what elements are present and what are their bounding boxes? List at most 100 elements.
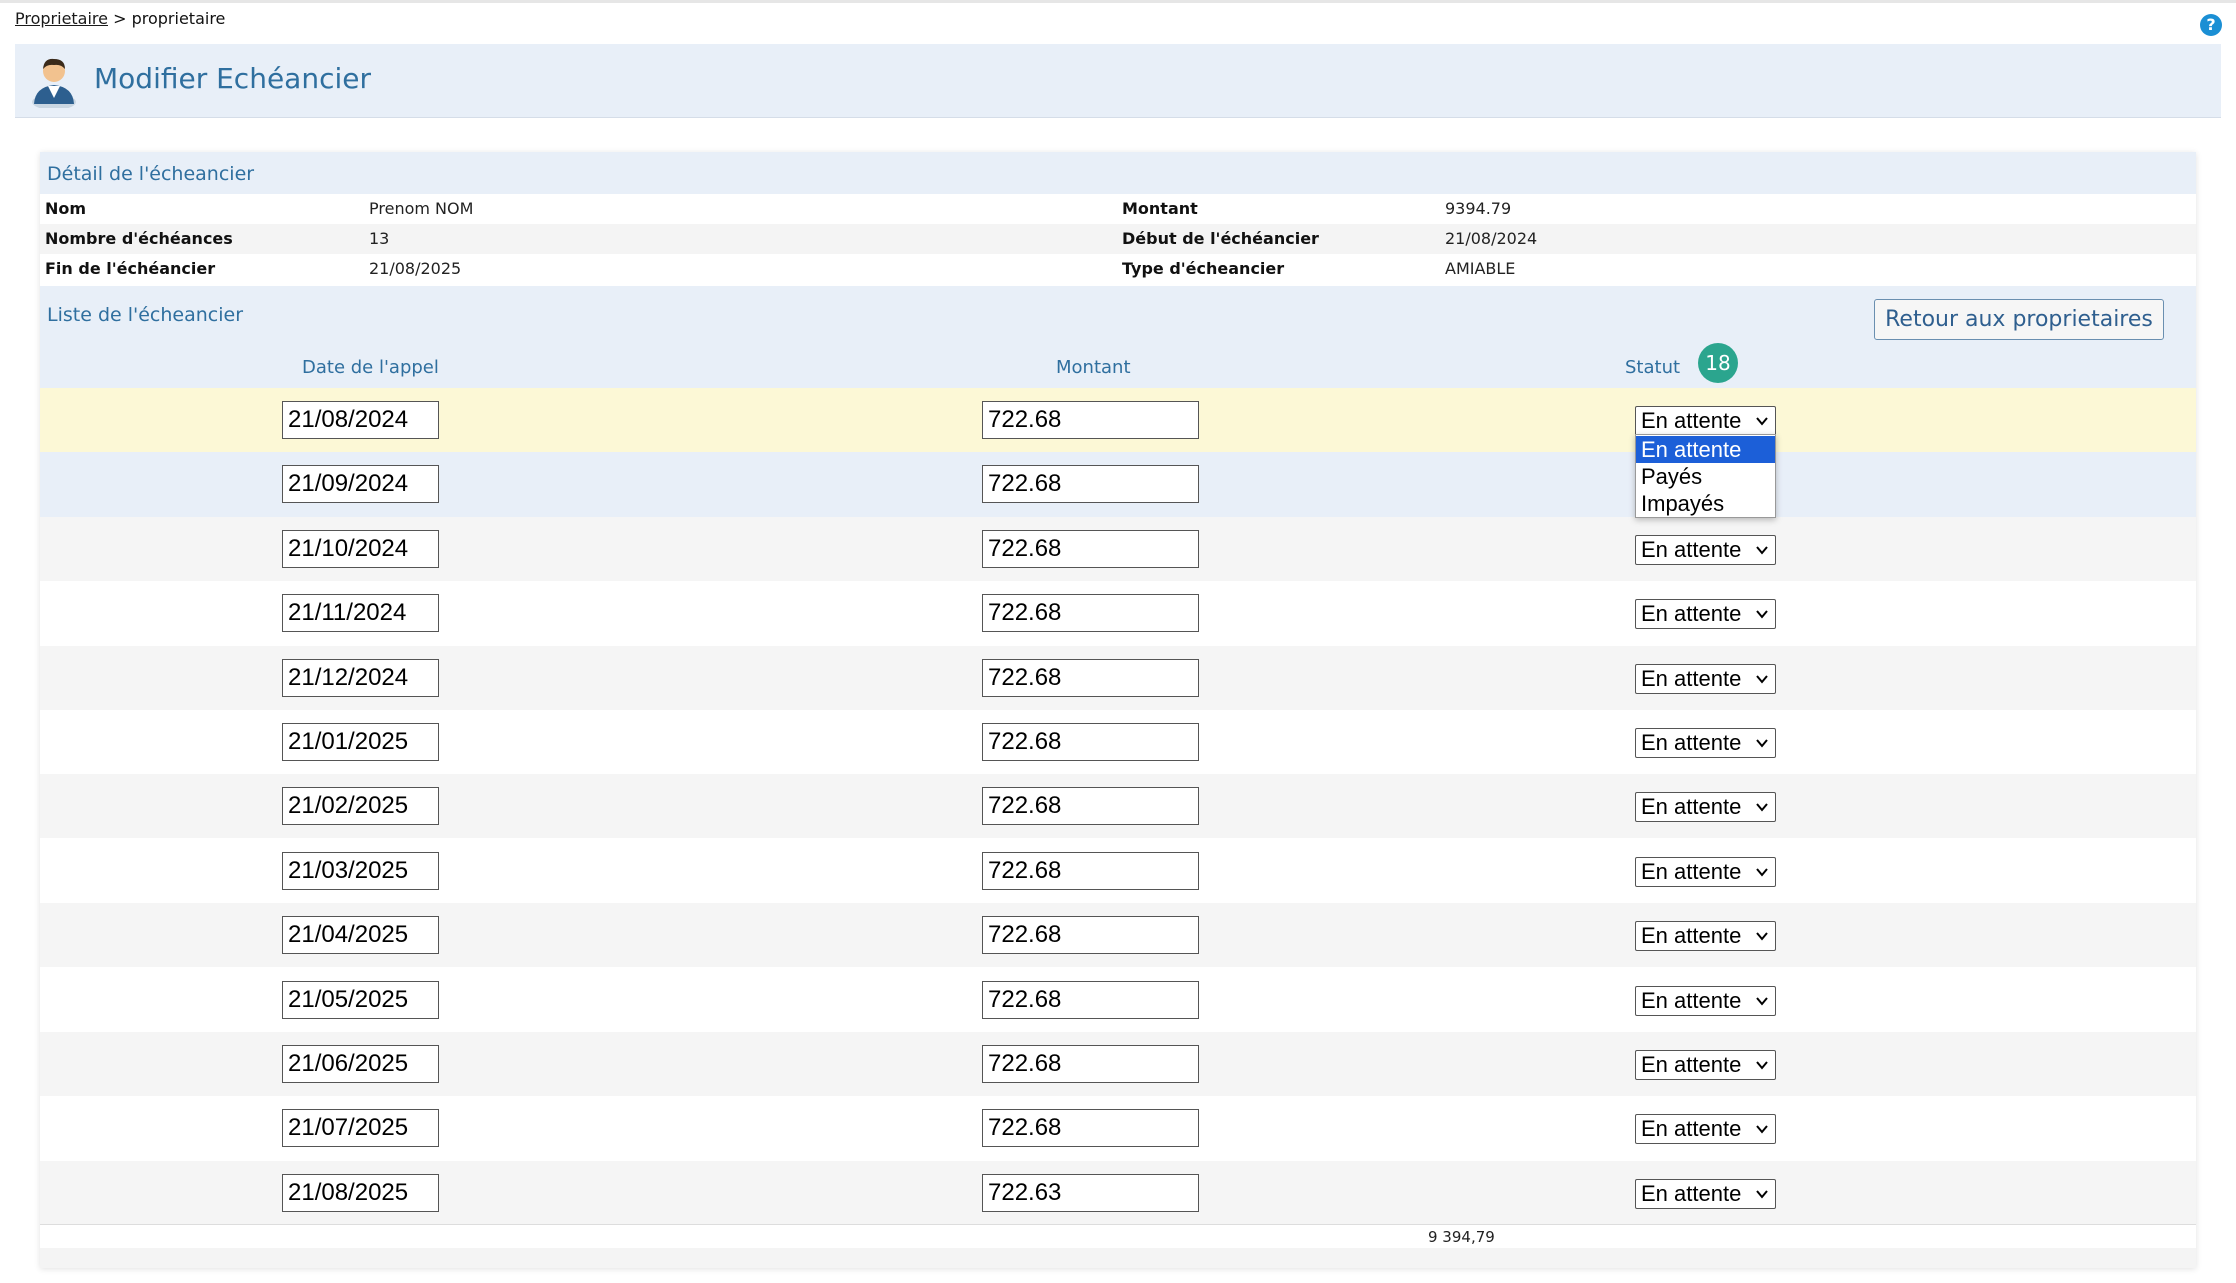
statut-select-value: En attente xyxy=(1641,601,1742,627)
date-appel-input[interactable] xyxy=(282,401,439,439)
type-label: Type d'écheancier xyxy=(1122,259,1285,278)
chevron-down-icon xyxy=(1756,932,1768,941)
fin-value: 21/08/2025 xyxy=(369,259,462,278)
montant-input[interactable] xyxy=(982,723,1199,761)
statut-select[interactable]: En attente xyxy=(1635,856,1776,887)
montant-input[interactable] xyxy=(982,980,1199,1019)
date-appel-input[interactable] xyxy=(282,1109,439,1148)
dropdown-option-payes[interactable]: Payés xyxy=(1636,463,1775,490)
chevron-down-icon xyxy=(1756,1125,1768,1134)
fin-label: Fin de l'échéancier xyxy=(45,259,216,278)
debut-label: Début de l'échéancier xyxy=(1122,229,1319,248)
table-row: En attente xyxy=(40,903,2196,968)
list-title: Liste de l'écheancier xyxy=(47,304,244,326)
dropdown-option-en-attente[interactable]: En attente xyxy=(1636,436,1775,463)
date-appel-input[interactable] xyxy=(282,916,439,955)
page-title: Modifier Echéancier xyxy=(94,62,371,95)
table-row: En attente xyxy=(40,516,2196,581)
breadcrumb-separator: > xyxy=(113,9,127,28)
montant-input[interactable] xyxy=(982,401,1199,439)
statut-select-value: En attente xyxy=(1641,923,1742,949)
date-appel-input[interactable] xyxy=(282,723,439,761)
debut-value: 21/08/2024 xyxy=(1445,229,1538,248)
detail-row-nom: Nom Prenom NOM Montant 9394.79 xyxy=(40,194,2196,224)
dropdown-option-impayes[interactable]: Impayés xyxy=(1636,490,1775,517)
detail-section-header: Détail de l'écheancier xyxy=(40,152,2196,194)
nb-echeances-label: Nombre d'échéances xyxy=(45,229,233,248)
montant-input[interactable] xyxy=(982,916,1199,955)
date-appel-input[interactable] xyxy=(282,851,439,890)
date-appel-input[interactable] xyxy=(282,1173,439,1212)
statut-dropdown-list: En attente Payés Impayés xyxy=(1635,434,1776,518)
statut-select-value: En attente xyxy=(1641,536,1742,562)
retour-proprietaires-button[interactable]: Retour aux proprietaires xyxy=(1874,299,2164,340)
breadcrumb: Proprietaire > proprietaire xyxy=(15,9,225,28)
table-row: En attente xyxy=(40,645,2196,710)
statut-select-value: En attente xyxy=(1641,730,1742,755)
table-row: En attente xyxy=(40,452,2196,516)
chevron-down-icon xyxy=(1756,1190,1768,1199)
help-icon[interactable]: ? xyxy=(2200,14,2222,36)
montant-input[interactable] xyxy=(982,658,1199,697)
montant-input[interactable] xyxy=(982,529,1199,568)
echeancier-panel: Détail de l'écheancier Nom Prenom NOM Mo… xyxy=(40,152,2196,1268)
montant-value: 9394.79 xyxy=(1445,199,1512,218)
statut-select[interactable]: En attente xyxy=(1635,792,1776,823)
chevron-down-icon xyxy=(1756,868,1768,877)
total-value: 9 394,79 xyxy=(1428,1228,1495,1246)
col-header-statut: Statut xyxy=(1625,357,1681,378)
date-appel-input[interactable] xyxy=(282,529,439,568)
montant-input[interactable] xyxy=(982,594,1199,633)
date-appel-input[interactable] xyxy=(282,465,439,504)
statut-select[interactable]: En attente xyxy=(1635,663,1776,694)
chevron-down-icon xyxy=(1756,739,1768,748)
chevron-down-icon xyxy=(1756,996,1768,1006)
statut-select[interactable]: En attente xyxy=(1635,534,1776,565)
date-appel-input[interactable] xyxy=(282,594,439,633)
statut-select-value: En attente xyxy=(1641,408,1742,433)
date-appel-input[interactable] xyxy=(282,980,439,1019)
statut-select[interactable]: En attente xyxy=(1635,728,1776,758)
bottom-strip xyxy=(40,1248,2196,1268)
chevron-down-icon xyxy=(1756,610,1768,619)
table-row: En attente xyxy=(40,968,2196,1032)
breadcrumb-link-proprietaire[interactable]: Proprietaire xyxy=(15,9,108,28)
table-row: En attente xyxy=(40,388,2196,452)
montant-input[interactable] xyxy=(982,1173,1199,1212)
statut-select[interactable]: En attente xyxy=(1635,1114,1776,1145)
table-row: En attente xyxy=(40,839,2196,903)
date-appel-input[interactable] xyxy=(282,658,439,697)
chevron-down-icon xyxy=(1756,803,1768,812)
statut-select[interactable]: En attente xyxy=(1635,921,1776,952)
statut-select[interactable]: En attente xyxy=(1635,985,1776,1016)
statut-select-value: En attente xyxy=(1641,1116,1742,1142)
user-icon xyxy=(32,58,76,108)
nom-value: Prenom NOM xyxy=(369,199,474,218)
montant-input[interactable] xyxy=(982,1109,1199,1148)
montant-label: Montant xyxy=(1122,199,1198,218)
statut-select-value: En attente xyxy=(1641,1052,1742,1077)
top-border xyxy=(0,0,2236,3)
detail-section-title: Détail de l'écheancier xyxy=(47,163,255,185)
statut-select[interactable]: En attente xyxy=(1635,1050,1776,1080)
statut-select[interactable]: En attente xyxy=(1635,1178,1776,1209)
table-row: En attente xyxy=(40,1096,2196,1160)
montant-input[interactable] xyxy=(982,851,1199,890)
statut-select[interactable]: En attente xyxy=(1635,406,1776,436)
montant-input[interactable] xyxy=(982,787,1199,826)
notification-badge: 18 xyxy=(1698,343,1738,383)
breadcrumb-current: proprietaire xyxy=(131,9,226,28)
chevron-down-icon xyxy=(1756,417,1768,426)
chevron-down-icon xyxy=(1756,1061,1768,1070)
table-row: En attente xyxy=(40,774,2196,839)
col-header-date: Date de l'appel xyxy=(302,357,439,378)
montant-input[interactable] xyxy=(982,1045,1199,1083)
nom-label: Nom xyxy=(45,199,87,218)
date-appel-input[interactable] xyxy=(282,787,439,826)
statut-select[interactable]: En attente xyxy=(1635,599,1776,630)
statut-select-value: En attente xyxy=(1641,794,1742,820)
date-appel-input[interactable] xyxy=(282,1045,439,1083)
table-row: En attente xyxy=(40,710,2196,774)
montant-input[interactable] xyxy=(982,465,1199,504)
statut-select-value: En attente xyxy=(1641,1180,1742,1206)
